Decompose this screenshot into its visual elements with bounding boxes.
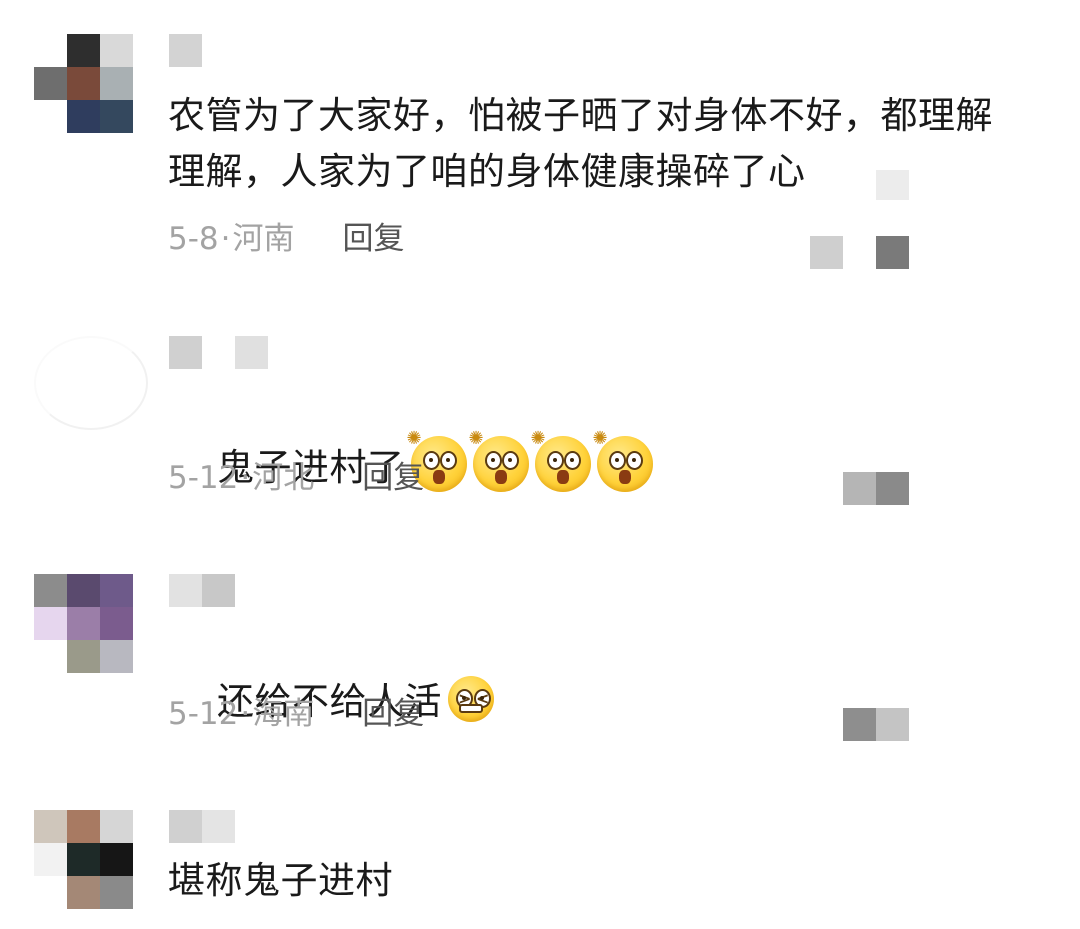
like-button[interactable] — [843, 472, 910, 505]
avatar[interactable] — [34, 574, 134, 674]
comment-meta: 5-12·海南 回复 — [168, 694, 424, 734]
username[interactable] — [169, 34, 203, 67]
username[interactable] — [169, 574, 236, 607]
shocked-face-icon: ✺ — [593, 430, 653, 492]
avatar[interactable] — [34, 810, 134, 910]
shocked-face-icon: ✺ — [531, 430, 591, 492]
avatar[interactable] — [34, 34, 134, 134]
comment-text: 堪称鬼子进村 — [168, 859, 393, 902]
comment-date: 5-8 — [168, 221, 219, 257]
username[interactable] — [169, 336, 269, 369]
comment-date: 5-12 — [168, 460, 239, 496]
shocked-face-icon: ✺ — [469, 430, 529, 492]
reply-button[interactable]: 回复 — [343, 221, 405, 257]
like-button[interactable] — [843, 708, 910, 741]
reply-button[interactable]: 回复 — [362, 460, 424, 496]
username[interactable] — [169, 810, 236, 843]
reply-button[interactable]: 回复 — [362, 696, 424, 732]
comment-location: 河北 — [252, 460, 315, 496]
like-button[interactable] — [810, 170, 910, 269]
comment-location: 河南 — [232, 221, 295, 257]
meta-separator: · — [220, 221, 231, 257]
tight-face-icon: > < — [448, 676, 495, 722]
comment-meta: 5-12·河北 回复 — [168, 458, 424, 498]
meta-separator: · — [240, 696, 251, 732]
comment-location: 海南 — [252, 696, 315, 732]
comment-meta: 5-8·河南 回复 — [168, 219, 405, 259]
meta-separator: · — [240, 460, 251, 496]
comment-date: 5-12 — [168, 696, 239, 732]
avatar[interactable] — [34, 336, 148, 436]
